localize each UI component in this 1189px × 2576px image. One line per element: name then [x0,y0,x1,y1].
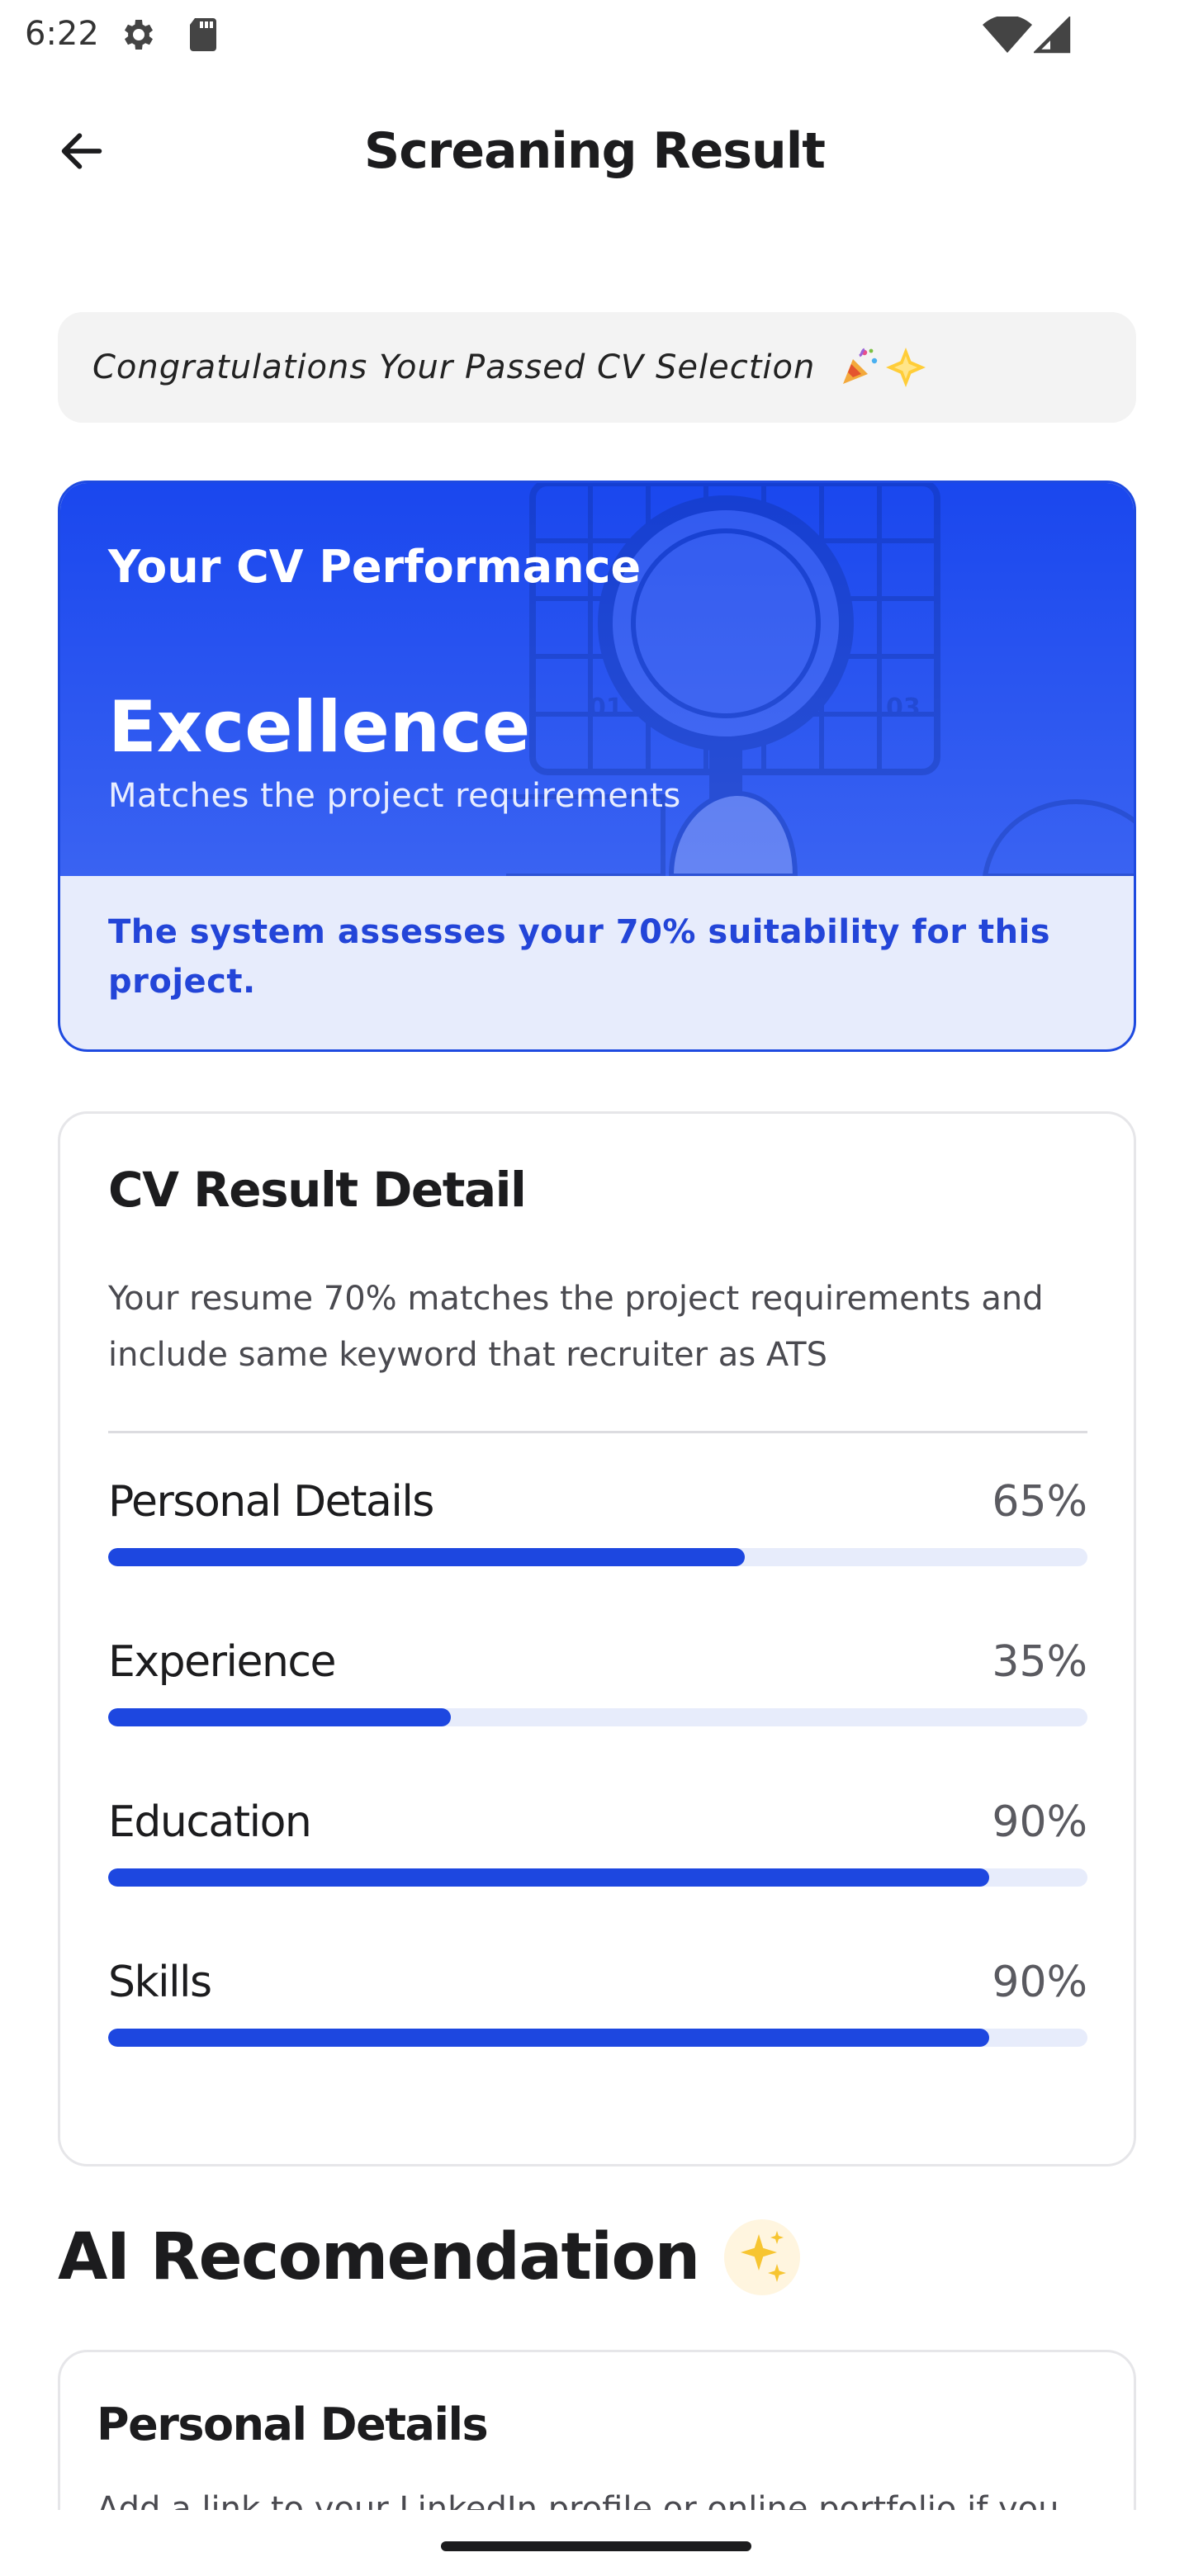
metric-value: 35% [992,1637,1087,1687]
status-time: 6:22 [25,15,99,53]
ai-recommendation-title: AI Recomendation [58,2220,700,2294]
progress-fill [108,1708,452,1726]
performance-grade: Excellence [108,686,531,769]
illustration-label: 03 [886,694,921,722]
sparkles-icon [723,2219,800,2295]
progress-fill [108,1548,745,1566]
performance-subtitle: Matches the project requirements [108,777,681,815]
detail-title: CV Result Detail [108,1162,527,1218]
screening-result-screen: 6:22 Screaning Result Congratulations Yo… [0,0,1189,2576]
detail-description: Your resume 70% matches the project requ… [108,1280,1044,1374]
progress-track [108,2029,1087,2047]
metric-value: 90% [992,1958,1087,2007]
congratulations-banner: Congratulations Your Passed CV Selection [58,312,1136,423]
cv-performance-card: 01 02 03 Your CV Performance Excellence … [58,481,1136,1052]
ai-recommendation-heading: AI Recomendation [58,2219,800,2295]
progress-fill [108,2029,990,2047]
suitability-note: The system assesses your 70% suitability… [108,913,1051,1001]
congratulations-text: Congratulations Your Passed CV Selection [92,348,816,386]
metric-value: 65% [992,1477,1087,1527]
metric-personal-details: Personal Details 65% [108,1477,1087,1593]
party-popper-icon [843,348,878,384]
metric-label: Experience [108,1637,337,1687]
metric-skills: Skills 90% [108,1958,1087,2073]
page-title: Screaning Result [364,122,826,180]
wifi-icon [983,15,1032,58]
metric-education: Education 90% [108,1797,1087,1913]
metric-label: Personal Details [108,1477,434,1527]
progress-fill [108,1868,990,1887]
gesture-navigation-bar[interactable] [441,2541,751,2551]
metric-label: Skills [108,1958,212,2007]
progress-track [108,1708,1087,1726]
metric-label: Education [108,1797,312,1847]
cv-result-detail-card: CV Result Detail Your resume 70% matches… [58,1111,1136,2166]
glowing-star-icon [886,348,926,387]
progress-track [108,1868,1087,1887]
progress-track [108,1548,1087,1566]
settings-gear-icon [117,15,157,58]
status-bar: 6:22 [0,0,1189,71]
sd-card-icon [185,15,221,58]
illustration-label: 01 [589,694,623,722]
performance-label: Your CV Performance [108,541,642,593]
celebration-emoji [838,346,927,389]
performance-header: 01 02 03 Your CV Performance Excellence … [60,483,1134,876]
metric-experience: Experience 35% [108,1637,1087,1753]
metric-value: 90% [992,1797,1087,1847]
divider [108,1431,1087,1433]
cellular-signal-icon [1032,15,1072,58]
recommendation-title: Personal Details [97,2398,489,2451]
